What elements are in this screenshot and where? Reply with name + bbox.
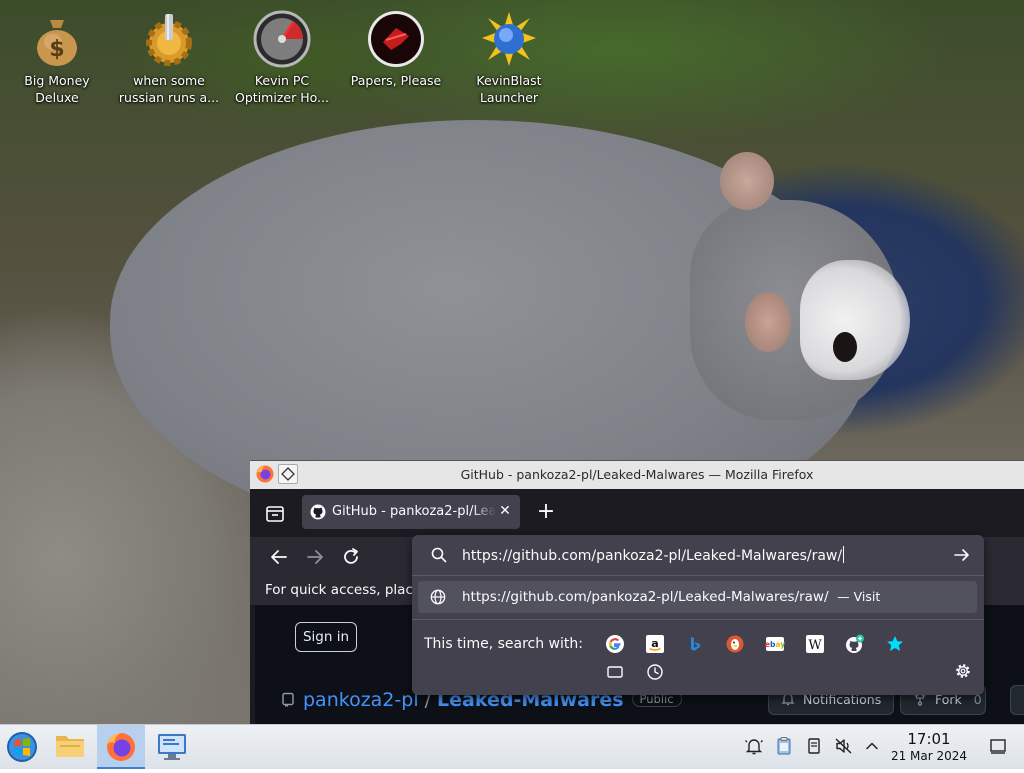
divider xyxy=(412,575,984,576)
bookmarks-hint-text: For quick access, plac xyxy=(265,582,413,598)
divider xyxy=(412,619,984,620)
desktop-icon-label: Kevin PC Optimizer Ho... xyxy=(235,73,329,105)
wallpaper-rat-ear xyxy=(720,152,774,210)
desktop-icon-russian[interactable]: when some russian runs a... xyxy=(113,6,225,106)
urlbar-dropdown: https://github.com/pankoza2-pl/Leaked-Ma… xyxy=(412,535,984,695)
clock-date: 21 Mar 2024 xyxy=(890,749,968,763)
desktop-icon-label: Papers, Please xyxy=(350,73,442,88)
svg-text:a: a xyxy=(651,637,658,650)
kevinblast-icon xyxy=(480,10,538,68)
urlbar-input[interactable]: https://github.com/pankoza2-pl/Leaked-Ma… xyxy=(462,546,845,564)
duckduckgo-engine-icon[interactable] xyxy=(725,634,745,654)
google-engine-icon[interactable] xyxy=(605,634,625,654)
desktop-icon-kevin-pc-optimizer[interactable]: Kevin PC Optimizer Ho... xyxy=(226,6,338,106)
search-icon xyxy=(430,546,448,564)
svg-text:$: $ xyxy=(49,37,64,62)
search-settings-gear-icon[interactable] xyxy=(954,662,972,680)
bing-engine-icon[interactable] xyxy=(685,634,705,654)
suggestion-action: — Visit xyxy=(837,589,881,604)
close-tab-icon[interactable]: ✕ xyxy=(496,502,514,520)
taskbar: 17:01 21 Mar 2024 xyxy=(0,724,1024,769)
file-manager-folder-icon[interactable] xyxy=(46,725,94,769)
desktop-icon-kevinblast[interactable]: KevinBlast Launcher xyxy=(453,6,565,106)
globe-icon xyxy=(430,589,446,605)
desktop-icon-label: when some russian runs a... xyxy=(118,73,220,105)
firefox-view-icon[interactable] xyxy=(260,499,290,529)
clock-time: 17:01 xyxy=(907,730,951,748)
svg-text:W: W xyxy=(808,638,822,653)
urlbar[interactable]: https://github.com/pankoza2-pl/Leaked-Ma… xyxy=(412,535,984,575)
desktop-icon-big-money-deluxe[interactable]: $ Big Money Deluxe xyxy=(1,6,113,106)
github-engine-icon[interactable] xyxy=(845,634,865,654)
github-favicon-icon xyxy=(310,504,326,520)
gear-icon xyxy=(140,10,198,68)
desktop-icon-label: Big Money Deluxe xyxy=(24,73,90,105)
search-with-label: This time, search with: xyxy=(424,636,583,652)
storage-device-icon[interactable] xyxy=(804,736,824,756)
svg-text:ebay: ebay xyxy=(765,640,785,649)
money-bag-icon: $ xyxy=(28,10,86,68)
tabs-engine-icon[interactable] xyxy=(605,662,625,682)
history-clock-icon[interactable] xyxy=(645,662,665,682)
clock[interactable]: 17:01 21 Mar 2024 xyxy=(888,730,970,764)
start-menu-button[interactable] xyxy=(0,725,48,769)
show-desktop-icon[interactable] xyxy=(988,736,1008,756)
tab-bar: GitHub - pankoza2-pl/Leaked-Malwares ✕ + xyxy=(250,489,1024,537)
amazon-engine-icon[interactable]: a xyxy=(645,634,665,654)
suggestion-visit-row[interactable]: https://github.com/pankoza2-pl/Leaked-Ma… xyxy=(418,581,977,613)
sign-in-button[interactable]: Sign in xyxy=(295,622,357,652)
wallpaper-rat-ear-lower xyxy=(745,292,791,352)
papers-please-icon xyxy=(367,10,425,68)
wallpaper-rat-eye xyxy=(833,332,857,362)
go-arrow-icon[interactable] xyxy=(952,545,972,565)
window-title: GitHub - pankoza2-pl/Leaked-Malwares — M… xyxy=(460,467,814,482)
chevron-up-icon[interactable] xyxy=(862,736,882,756)
volume-muted-icon[interactable] xyxy=(834,736,854,756)
wallpaper-rat-snout xyxy=(800,260,910,380)
star-bookmark-engine-icon[interactable] xyxy=(885,634,905,654)
wikipedia-engine-icon[interactable]: W xyxy=(805,634,825,654)
repo-icon xyxy=(281,691,295,707)
new-tab-plus-icon[interactable]: + xyxy=(534,501,558,525)
clipboard-icon[interactable] xyxy=(774,736,794,756)
forward-arrow-icon[interactable] xyxy=(304,546,326,568)
desktop-icon-label: KevinBlast Launcher xyxy=(476,73,542,105)
taskbar-firefox-icon[interactable] xyxy=(97,725,145,769)
star-button-partial[interactable] xyxy=(1010,685,1024,715)
speedometer-icon xyxy=(253,10,311,68)
window-titlebar[interactable]: GitHub - pankoza2-pl/Leaked-Malwares — M… xyxy=(250,461,1024,489)
remote-desktop-icon[interactable] xyxy=(148,725,196,769)
notifications-bell-icon[interactable] xyxy=(744,736,764,756)
reload-icon[interactable] xyxy=(340,546,362,568)
tab-title: GitHub - pankoza2-pl/Leaked-Malwares xyxy=(332,504,496,519)
ebay-engine-icon[interactable]: ebay xyxy=(765,634,785,654)
tab-github[interactable]: GitHub - pankoza2-pl/Leaked-Malwares ✕ xyxy=(302,495,520,529)
repo-owner-link[interactable]: pankoza2-pl xyxy=(303,689,419,711)
desktop-icon-papers-please[interactable]: Papers, Please xyxy=(340,6,452,89)
back-arrow-icon[interactable] xyxy=(268,546,290,568)
suggestion-url: https://github.com/pankoza2-pl/Leaked-Ma… xyxy=(462,589,829,605)
